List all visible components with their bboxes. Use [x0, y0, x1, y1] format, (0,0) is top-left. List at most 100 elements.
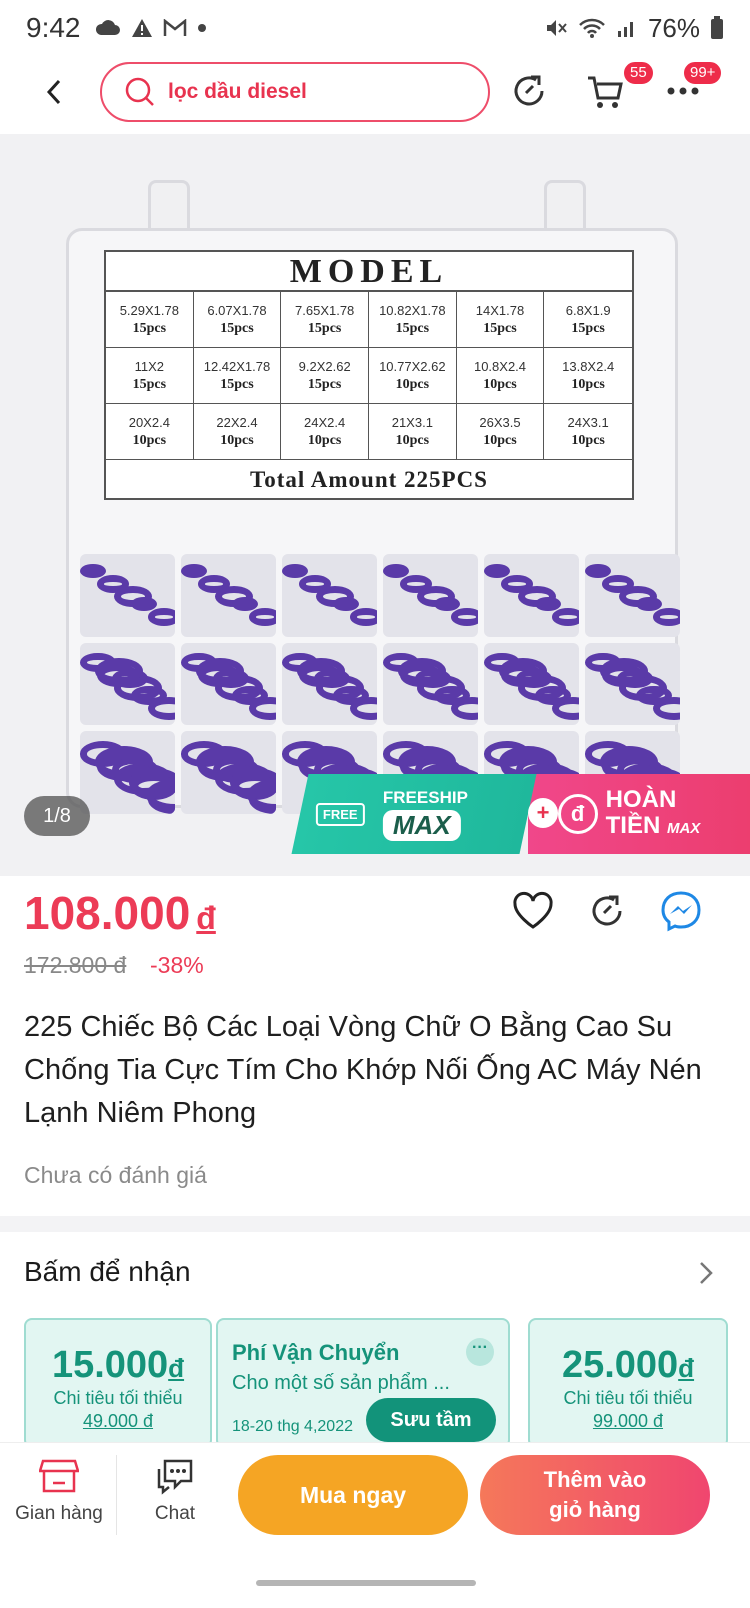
o-ring-tray [181, 731, 276, 814]
o-ring-tray [383, 554, 478, 637]
voucher-min-value: 99.000 đ [592, 1411, 664, 1431]
top-navigation: lọc dầu diesel 55 99+ [0, 56, 750, 134]
size-cell: 26X3.5 10pcs [456, 404, 545, 460]
more-button[interactable]: 99+ [660, 60, 724, 114]
size-cell: 21X3.1 10pcs [368, 404, 457, 460]
size-cell: 10.8X2.4 10pcs [456, 348, 545, 404]
status-notification-icons [95, 18, 207, 38]
share-product-button[interactable] [584, 888, 630, 934]
bar-divider [116, 1455, 117, 1535]
mute-icon [546, 20, 567, 36]
status-bar: 9:42 76% [0, 0, 750, 56]
voucher-list: 15.000đ Chi tiêu tối thiểu 49.000 đ Phí … [24, 1318, 750, 1448]
messenger-share-button[interactable] [658, 888, 704, 934]
o-ring [350, 608, 377, 626]
size-cell: 20X2.4 10pcs [106, 404, 194, 460]
o-ring-tray [585, 642, 680, 726]
size-pcs: 15pcs [132, 376, 167, 392]
price-value: 108.000 [24, 887, 191, 939]
home-indicator[interactable] [256, 1580, 476, 1586]
section-divider [0, 1216, 750, 1232]
size-value: 11X2 [134, 358, 165, 374]
chat-button[interactable]: Chat [120, 1457, 230, 1525]
size-value: 7.65X1.78 [295, 302, 355, 318]
size-value: 5.29X1.78 [119, 302, 179, 318]
size-value: 21X3.1 [391, 414, 433, 430]
size-cell: 14X1.78 15pcs [456, 292, 545, 348]
collect-voucher-button[interactable]: Sưu tầm [366, 1398, 496, 1442]
back-button[interactable] [34, 72, 74, 112]
o-ring [451, 608, 478, 626]
product-image-gallery[interactable]: MODEL 5.29X1.78 15pcs 6.07X1.78 15pcs 7.65… [0, 134, 750, 876]
size-value: 13.8X2.4 [562, 358, 615, 374]
chevron-right-icon [700, 1262, 713, 1284]
shipping-voucher-card[interactable]: Phí Vận Chuyển Cho một số sản phẩm ... ·… [216, 1318, 510, 1448]
size-value: 10.82X1.78 [379, 302, 446, 318]
chat-icon [157, 1459, 193, 1495]
size-pcs: 15pcs [220, 320, 254, 336]
dot-icon [197, 24, 206, 32]
voucher-card[interactable]: 25.000đ Chi tiêu tối thiểu 99.000 đ [528, 1318, 728, 1448]
box-latch [544, 180, 586, 234]
size-cell: 6.8X1.9 15pcs [544, 292, 632, 348]
total-amount-label: Total Amount 225PCS [250, 467, 488, 492]
size-cell: 12.42X1.78 15pcs [193, 348, 282, 404]
voucher-options-button[interactable]: ··· [466, 1338, 494, 1366]
share-button[interactable] [506, 68, 552, 114]
warning-icon [131, 19, 152, 37]
o-ring-tray [80, 642, 175, 726]
size-pcs: 15pcs [307, 320, 342, 336]
size-value: 26X3.5 [479, 414, 521, 430]
favorite-button[interactable] [510, 888, 556, 934]
refund-max-label: MAX [666, 819, 701, 837]
size-pcs: 15pcs [571, 320, 605, 336]
size-cell: 10.82X1.78 15pcs [368, 292, 457, 348]
current-price: 108.000 đ [24, 886, 216, 940]
more-dots-icon [667, 87, 699, 95]
size-cell: 22X2.4 10pcs [193, 404, 282, 460]
size-cell: 6.07X1.78 15pcs [193, 292, 282, 348]
o-ring [350, 696, 377, 720]
free-truck-tag: FREE [316, 802, 365, 826]
size-pcs: 10pcs [132, 432, 167, 448]
voucher-min-label: Chi tiêu tối thiểu [53, 1388, 183, 1408]
add-to-cart-button[interactable]: Thêm vào giỏ hàng [480, 1455, 710, 1535]
voucher-more-button[interactable] [698, 1260, 714, 1291]
voucher-card[interactable]: 15.000đ Chi tiêu tối thiểu 49.000 đ [24, 1318, 212, 1448]
o-ring [148, 696, 175, 720]
size-pcs: 10pcs [483, 376, 517, 392]
freeship-max-badge: FREE FREESHIP MAX [291, 774, 537, 854]
o-ring [653, 696, 680, 720]
size-value: 22X2.4 [216, 414, 258, 430]
o-ring-tray [282, 642, 377, 726]
size-pcs: 10pcs [571, 432, 605, 448]
search-icon [125, 77, 154, 106]
shop-button[interactable]: Gian hàng [4, 1457, 114, 1525]
system-navigation-bar [0, 1552, 750, 1608]
share-icon [592, 895, 622, 926]
buy-now-button[interactable]: Mua ngay [238, 1455, 468, 1535]
store-icon [39, 1459, 79, 1493]
search-bar[interactable]: lọc dầu diesel [100, 62, 490, 122]
o-ring-tray [80, 731, 175, 814]
plus-icon: + [528, 798, 558, 828]
cart-button[interactable]: 55 [582, 60, 655, 114]
box-latch [148, 180, 190, 234]
size-pcs: 10pcs [395, 376, 430, 392]
o-ring-tray [181, 642, 276, 726]
size-cell: 13.8X2.4 10pcs [544, 348, 632, 404]
battery-icon [711, 16, 723, 39]
price-currency: đ [196, 900, 216, 936]
size-value: 14X1.78 [475, 302, 525, 318]
o-ring [249, 608, 276, 626]
size-value: 10.8X2.4 [473, 358, 527, 374]
size-value: 10.77X2.62 [379, 358, 446, 374]
shop-label: Gian hàng [15, 1503, 103, 1524]
cart-icon [588, 76, 623, 108]
o-ring [451, 696, 478, 720]
bottom-action-bar: Gian hàng Chat Mua ngay Thêm vào giỏ hàn… [0, 1442, 750, 1552]
gmail-icon [163, 19, 186, 36]
size-cell: 24X3.1 10pcs [544, 404, 632, 460]
freeship-max-label: MAX [382, 809, 461, 841]
voucher-currency: đ [168, 1353, 185, 1383]
